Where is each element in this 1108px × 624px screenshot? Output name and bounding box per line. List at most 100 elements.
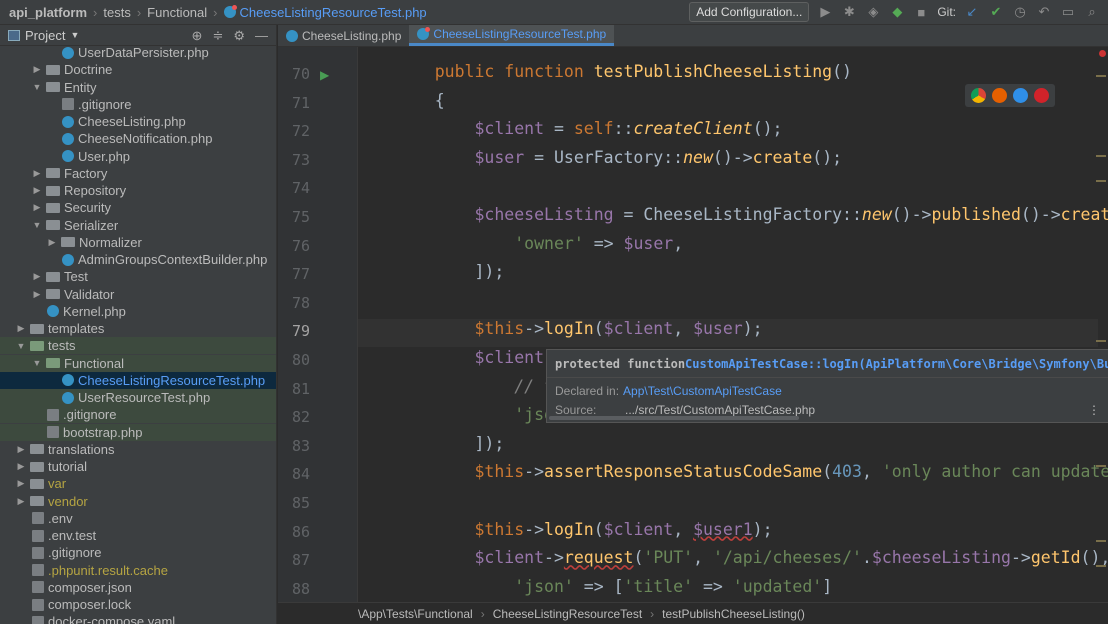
history-icon[interactable]: ◷ — [1012, 4, 1028, 20]
code-line[interactable]: ]); — [395, 262, 504, 281]
tree-item[interactable]: ▶ Repository — [0, 182, 276, 199]
tree-item[interactable]: composer.lock — [0, 596, 276, 613]
chevron-right-icon[interactable]: ▶ — [32, 202, 42, 213]
chevron-right-icon[interactable]: ▶ — [16, 496, 26, 507]
project-title[interactable]: Project — [25, 28, 65, 43]
tree-item[interactable]: bootstrap.php — [0, 423, 276, 441]
debug-icon[interactable]: ✱ — [841, 4, 857, 20]
tree-item[interactable]: ▶ translations — [0, 441, 276, 458]
tree-item[interactable]: docker-compose.yaml — [0, 613, 276, 624]
scroll-marker[interactable] — [1096, 75, 1106, 77]
breadcrumb-project[interactable]: api_platform — [9, 5, 87, 20]
breadcrumb-functional[interactable]: Functional — [147, 5, 207, 20]
code-line[interactable]: $cheeseListing = CheeseListingFactory::n… — [395, 205, 1108, 224]
tree-item[interactable]: UserResourceTest.php — [0, 389, 276, 406]
tree-item[interactable]: ▶ Doctrine — [0, 61, 276, 78]
chevron-right-icon[interactable]: ▶ — [16, 478, 26, 489]
stop-icon[interactable]: ■ — [913, 5, 929, 20]
git-commit-icon[interactable]: ✔ — [988, 4, 1004, 20]
profile-icon[interactable]: ◆ — [889, 4, 905, 20]
run-icon[interactable]: ▶ — [817, 4, 833, 20]
tree-item[interactable]: ▶ vendor — [0, 493, 276, 510]
tree-item[interactable]: ▶ templates — [0, 320, 276, 337]
chevron-right-icon[interactable]: ▶ — [32, 185, 42, 196]
tab-cheeselistingresourcetest[interactable]: CheeseListingResourceTest.php — [409, 25, 615, 46]
tree-item[interactable]: .phpunit.result.cache — [0, 562, 276, 579]
code-line[interactable]: $this->logIn($client, $user); — [395, 319, 762, 338]
tree-item[interactable]: .env — [0, 510, 276, 527]
tree-item[interactable]: ▼ tests — [0, 337, 276, 355]
safari-icon[interactable] — [1013, 88, 1028, 103]
tree-item[interactable]: composer.json — [0, 579, 276, 596]
crumb-class[interactable]: CheeseListingResourceTest — [493, 607, 642, 621]
tree-item[interactable]: CheeseNotification.php — [0, 130, 276, 147]
tree-item[interactable]: UserDataPersister.php — [0, 44, 276, 61]
chevron-right-icon[interactable]: ▶ — [32, 168, 42, 179]
tree-item[interactable]: ▼ Serializer — [0, 217, 276, 234]
chevron-right-icon[interactable]: ▶ — [47, 237, 57, 248]
tree-item[interactable]: Kernel.php — [0, 303, 276, 320]
chevron-right-icon[interactable]: ▶ — [32, 289, 42, 300]
code-line[interactable]: $this->logIn($client, $user1); — [395, 520, 772, 539]
tree-item[interactable]: AdminGroupsContextBuilder.php — [0, 251, 276, 268]
declared-link[interactable]: App\Test\CustomApiTestCase — [623, 384, 782, 398]
tooltip-signature[interactable]: CustomApiTestCase::logIn(ApiPlatform\Cor… — [685, 357, 1108, 371]
search-icon[interactable]: ⌕ — [1084, 4, 1100, 20]
code-line[interactable]: $this->assertResponseStatusCodeSame(403,… — [395, 462, 1108, 481]
code-line[interactable]: $client->request('PUT', '/api/cheeses/'.… — [395, 548, 1108, 567]
gear-icon[interactable]: ⚙ — [233, 28, 245, 44]
tree-item[interactable]: User.php — [0, 148, 276, 165]
tree-item[interactable]: ▼ Functional — [0, 354, 276, 372]
code-line[interactable]: { — [395, 91, 445, 110]
git-update-icon[interactable]: ↙ — [964, 4, 980, 20]
crumb-method[interactable]: testPublishCheeseListing() — [662, 607, 805, 621]
code-line[interactable]: 'json' => ['title' => 'updated'] — [395, 577, 832, 596]
opera-icon[interactable] — [1034, 88, 1049, 103]
firefox-icon[interactable] — [992, 88, 1007, 103]
breadcrumb-tests[interactable]: tests — [103, 5, 130, 20]
tree-item[interactable]: ▶ Normalizer — [0, 234, 276, 251]
chrome-icon[interactable] — [971, 88, 986, 103]
tree-item[interactable]: .gitignore — [0, 544, 276, 561]
chevron-right-icon[interactable]: ▶ — [16, 323, 26, 334]
tree-item[interactable]: .gitignore — [0, 406, 276, 424]
crumb-namespace[interactable]: \App\Tests\Functional — [358, 607, 473, 621]
code-line[interactable]: $user = UserFactory::new()->create(); — [395, 148, 842, 167]
chevron-right-icon[interactable]: ▶ — [32, 64, 42, 75]
tree-item[interactable]: ▶ Factory — [0, 165, 276, 182]
collapse-icon[interactable]: ≑ — [212, 28, 223, 44]
scroll-marker[interactable] — [1096, 540, 1106, 542]
tree-item[interactable]: CheeseListingResourceTest.php — [0, 371, 276, 389]
layout-icon[interactable]: ▭ — [1060, 4, 1076, 20]
coverage-icon[interactable]: ◈ — [865, 4, 881, 20]
breadcrumb-file[interactable]: CheeseListingResourceTest.php — [240, 5, 427, 20]
error-indicator-icon[interactable] — [1099, 50, 1106, 57]
chevron-down-icon[interactable]: ▼ — [32, 220, 42, 230]
add-configuration-button[interactable]: Add Configuration... — [689, 2, 810, 22]
tree-item[interactable]: ▼ Entity — [0, 79, 276, 96]
chevron-right-icon[interactable]: ▶ — [32, 271, 42, 282]
tree-item[interactable]: .gitignore — [0, 96, 276, 113]
rollback-icon[interactable]: ↶ — [1036, 4, 1052, 20]
chevron-right-icon[interactable]: ▶ — [16, 461, 26, 472]
chevron-down-icon[interactable]: ▼ — [70, 30, 79, 40]
tree-item[interactable]: ▶ var — [0, 475, 276, 492]
tooltip-scrollbar[interactable] — [549, 416, 799, 420]
more-icon[interactable]: ⋮ — [1088, 403, 1100, 417]
scroll-marker[interactable] — [1096, 155, 1106, 157]
run-test-icon[interactable]: ▶ — [320, 68, 329, 82]
code-line[interactable]: ]); — [395, 434, 504, 453]
chevron-down-icon[interactable]: ▼ — [32, 82, 42, 92]
code-line[interactable]: $client = self::createClient(); — [395, 119, 782, 138]
tab-cheeselisting[interactable]: CheeseListing.php — [278, 25, 409, 46]
scroll-marker[interactable] — [1096, 340, 1106, 342]
locate-icon[interactable]: ⊕ — [192, 28, 203, 44]
chevron-down-icon[interactable]: ▼ — [32, 358, 42, 368]
tree-item[interactable]: ▶ Test — [0, 268, 276, 285]
chevron-right-icon[interactable]: ▶ — [16, 444, 26, 455]
chevron-down-icon[interactable]: ▼ — [16, 341, 26, 351]
code-line[interactable]: 'owner' => $user, — [395, 234, 683, 253]
hide-icon[interactable]: — — [255, 28, 268, 44]
tree-item[interactable]: ▶ Validator — [0, 286, 276, 303]
tree-item[interactable]: .env.test — [0, 527, 276, 544]
